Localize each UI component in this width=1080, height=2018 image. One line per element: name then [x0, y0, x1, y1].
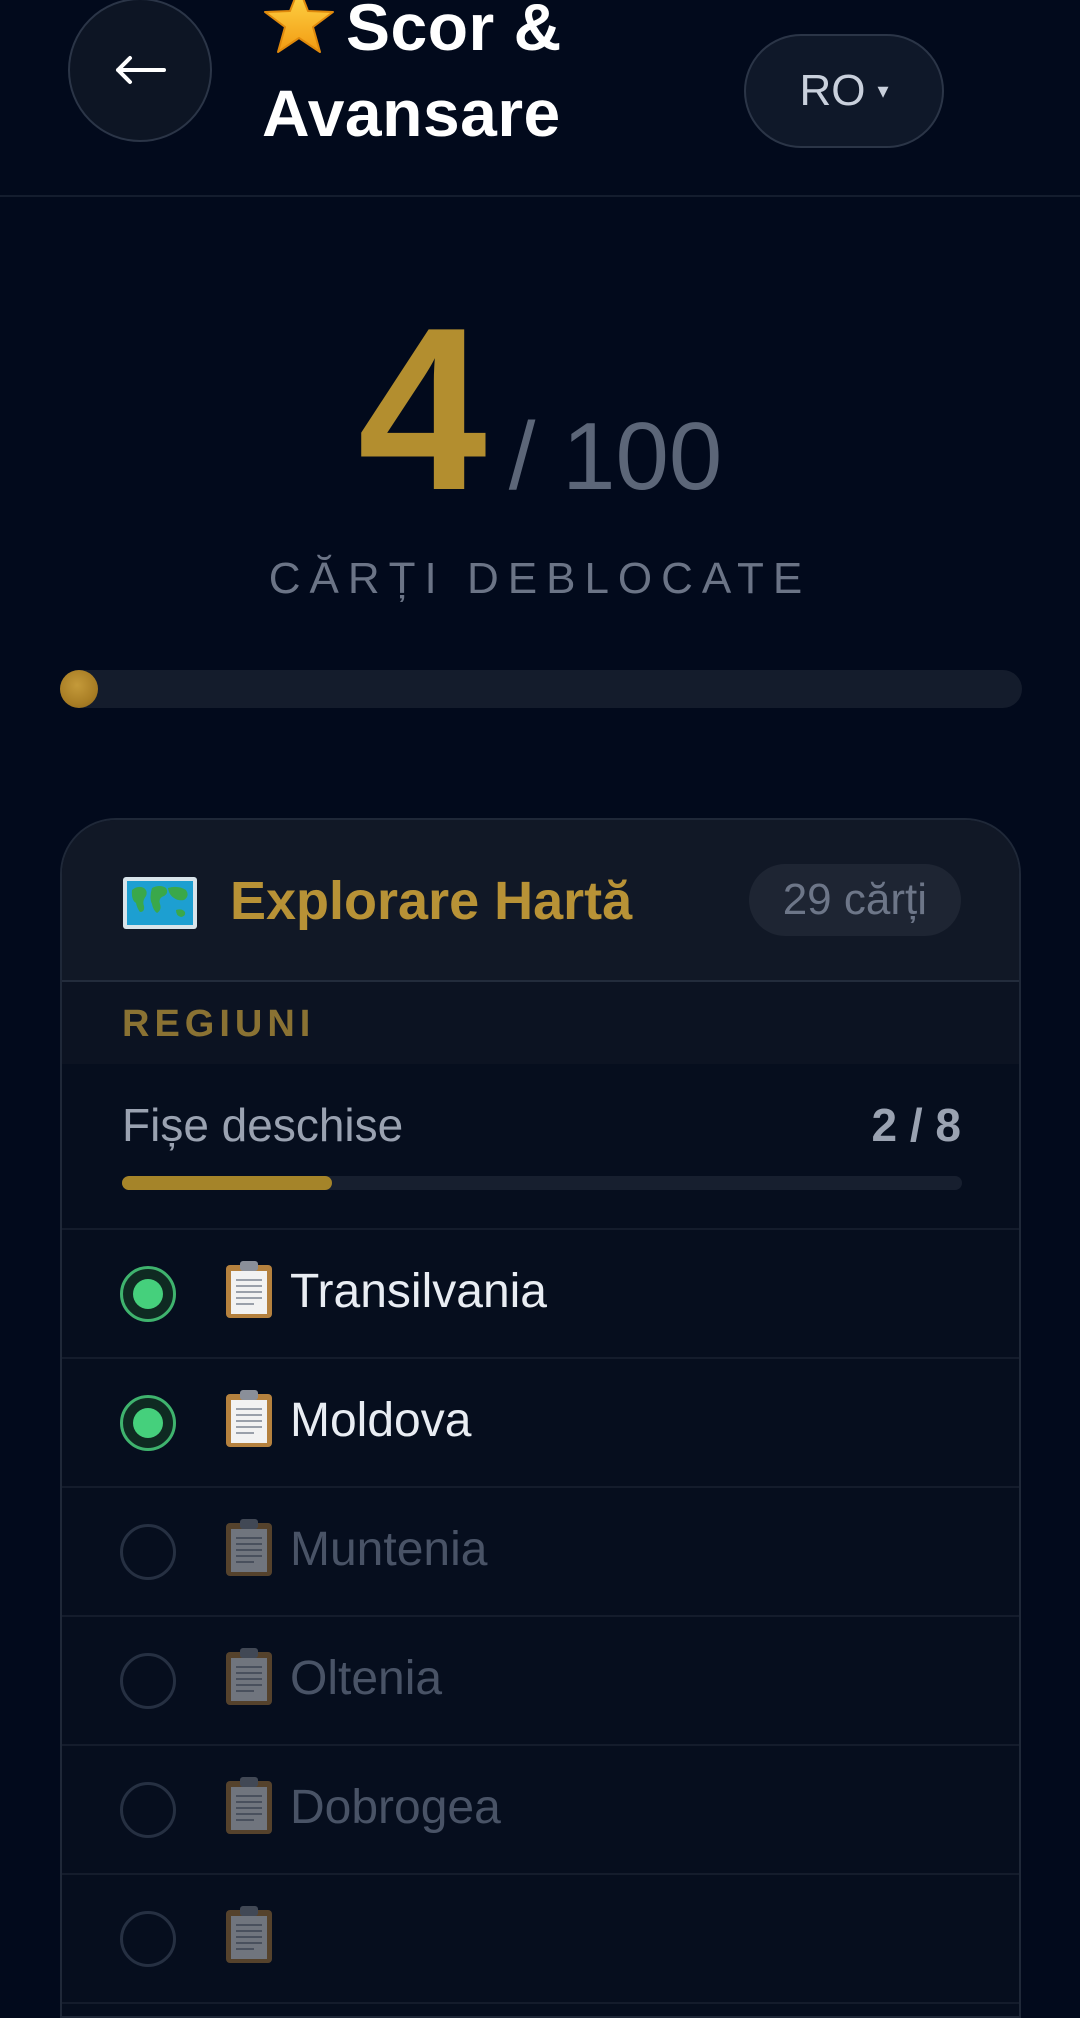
- region-name: Oltenia: [290, 1652, 443, 1705]
- radio-unchecked-icon[interactable]: [120, 1524, 176, 1580]
- region-name: Moldova: [290, 1394, 472, 1447]
- score-progress-fill: [60, 670, 99, 708]
- region-row[interactable]: Oltenia: [62, 1617, 1019, 1746]
- region-row[interactable]: [62, 1875, 1019, 2004]
- page-title: Scor & Avansare: [262, 0, 682, 153]
- score-total: / 100: [508, 403, 723, 510]
- radio-checked-icon[interactable]: [120, 1266, 176, 1322]
- card-header[interactable]: Explorare Hartă 29 cărți: [62, 820, 1019, 982]
- region-name: Muntenia: [290, 1523, 488, 1576]
- clipboard-icon: [224, 1518, 274, 1583]
- files-label: Fișe deschise: [122, 1099, 404, 1151]
- radio-checked-icon[interactable]: [120, 1395, 176, 1451]
- star-icon: [262, 0, 336, 73]
- score-unlocked: 4: [357, 280, 487, 539]
- radio-unchecked-icon[interactable]: [120, 1653, 176, 1709]
- score-progress-bar: [60, 670, 1022, 708]
- map-exploration-card: Explorare Hartă 29 cărți REGIUNI Fișe de…: [60, 818, 1021, 2018]
- radio-unchecked-icon[interactable]: [120, 1911, 176, 1967]
- card-count-badge: 29 cărți: [748, 864, 961, 936]
- clipboard-icon: [224, 1260, 274, 1325]
- region-name: Dobrogea: [290, 1781, 501, 1834]
- chevron-down-icon: ▾: [877, 78, 889, 103]
- region-row[interactable]: Muntenia: [62, 1488, 1019, 1617]
- files-progress-bar: [122, 1176, 962, 1190]
- region-row[interactable]: Moldova: [62, 1359, 1019, 1488]
- clipboard-icon: [224, 1389, 274, 1454]
- arrow-left-icon: [116, 56, 166, 84]
- region-row[interactable]: Transilvania: [62, 1230, 1019, 1359]
- region-name: Transilvania: [290, 1265, 547, 1318]
- radio-unchecked-icon[interactable]: [120, 1782, 176, 1838]
- score-label: CĂRȚI DEBLOCATE: [268, 554, 812, 603]
- section-label-regions: REGIUNI: [62, 982, 1019, 1064]
- app-header: Scor & Avansare RO ▾: [0, 0, 1080, 197]
- region-row[interactable]: Dobrogea: [62, 1746, 1019, 1875]
- score-display: 4/ 100: [0, 290, 1080, 530]
- clipboard-icon: [224, 1776, 274, 1841]
- files-progress-fill: [122, 1176, 332, 1190]
- language-code: RO: [799, 66, 866, 115]
- files-progress-row: Fișe deschise 2 / 8: [62, 1064, 1019, 1230]
- clipboard-icon: [224, 1647, 274, 1712]
- clipboard-icon: [224, 1905, 274, 1970]
- language-selector[interactable]: RO ▾: [744, 34, 944, 148]
- world-map-icon: [122, 876, 198, 935]
- back-button[interactable]: [68, 0, 212, 142]
- card-title: Explorare Hartă: [230, 871, 633, 931]
- files-count: 2 / 8: [871, 1099, 961, 1151]
